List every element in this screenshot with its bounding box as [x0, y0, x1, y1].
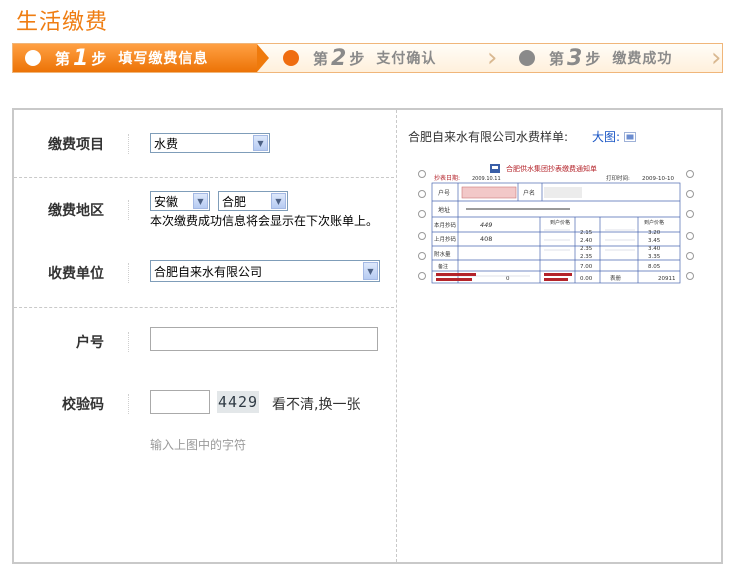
- bill-price-right: 3.40: [648, 246, 661, 252]
- bill-price-left: 2.15: [580, 230, 593, 236]
- chevron-right-icon: ›: [711, 43, 722, 73]
- bill-price-right: 3.20: [648, 230, 661, 236]
- bill-title: 合肥供水集团抄表缴费通知单: [506, 164, 597, 173]
- bill-last-reading-label: 上月抄码: [434, 235, 457, 243]
- region-label: 缴费地区: [48, 203, 104, 219]
- step-2-number: 2: [331, 45, 347, 71]
- step-2-suffix: 步: [349, 49, 365, 68]
- item-label: 缴费项目: [48, 137, 104, 153]
- label-divider: [128, 394, 129, 414]
- step-progress-bar: 第 1 步 填写缴费信息 第 2 步 支付确认 › 第 3 步 缴费成功 ›: [12, 43, 723, 73]
- step-2-dot-icon: [283, 50, 299, 66]
- province-select-value: 安徽: [154, 194, 179, 209]
- bill-total-label: 表册: [610, 274, 622, 282]
- water-bill-sample: 合肥供水集团抄表缴费通知单 抄表日期: 2009.10.11 打印时间: 200…: [418, 164, 694, 284]
- unit-select[interactable]: 合肥自来水有限公司 ▼: [150, 260, 380, 282]
- bill-price-left: 2.35: [580, 246, 593, 252]
- chevron-down-icon[interactable]: ▼: [253, 135, 268, 151]
- chevron-down-icon[interactable]: ▼: [193, 193, 208, 209]
- step-2-label: 支付确认: [376, 51, 437, 67]
- bill-price-right: 3.35: [648, 254, 661, 260]
- bill-price-header-right: 到户价格: [644, 219, 664, 226]
- refresh-captcha-link[interactable]: 看不清,换一张: [272, 394, 360, 414]
- step-2-prefix: 第: [313, 49, 329, 68]
- captcha-input[interactable]: [150, 390, 210, 414]
- bill-price-left: 2.35: [580, 254, 593, 260]
- section-divider: [14, 307, 394, 308]
- chevron-down-icon[interactable]: ▼: [271, 193, 286, 209]
- region-note: 本次缴费成功信息将会显示在下次账单上。: [150, 214, 379, 228]
- province-select[interactable]: 安徽 ▼: [150, 191, 210, 211]
- step-1-suffix: 步: [91, 49, 107, 68]
- step-3-prefix: 第: [549, 49, 565, 68]
- bill-usage: 0: [506, 276, 510, 282]
- bill-price-left: 7.00: [580, 264, 593, 270]
- step-3-label: 缴费成功: [612, 51, 673, 67]
- bill-this-reading-label: 本月抄码: [434, 221, 457, 229]
- sample-caption: 合肥自来水有限公司水费样单:: [408, 130, 569, 144]
- bill-last-reading: 408: [480, 235, 492, 243]
- captcha-image[interactable]: 4429: [217, 391, 259, 413]
- bill-read-date-label: 抄表日期:: [434, 174, 460, 182]
- step-2: 第 2 步 支付确认: [271, 44, 436, 72]
- step-3-number: 3: [567, 45, 583, 71]
- step-1-dot-icon: [25, 50, 41, 66]
- bill-address-label: 地址: [438, 206, 450, 214]
- sample-bill-image[interactable]: 合肥供水集团抄表缴费通知单 抄表日期: 2009.10.11 打印时间: 200…: [410, 160, 700, 284]
- step-1-arrow-icon: [257, 44, 269, 72]
- step-1-prefix: 第: [55, 49, 71, 68]
- page-title: 生活缴费: [16, 10, 109, 35]
- account-input[interactable]: [150, 327, 378, 351]
- bill-amount: 0.00: [580, 276, 593, 282]
- step-1-number: 1: [73, 45, 89, 71]
- unit-label: 收费单位: [48, 266, 104, 282]
- label-divider: [128, 134, 129, 154]
- bill-this-reading: 449: [480, 221, 492, 229]
- step-3-suffix: 步: [585, 49, 601, 68]
- label-divider: [128, 263, 129, 283]
- bill-read-date: 2009.10.11: [472, 176, 501, 182]
- city-select-value: 合肥: [222, 194, 247, 209]
- account-label: 户号: [76, 335, 104, 351]
- bill-print-time-label: 打印时间:: [606, 174, 630, 182]
- step-1-current: 第 1 步 填写缴费信息: [13, 44, 257, 72]
- bill-note-label: 备注: [438, 263, 448, 270]
- step-3: 第 3 步 缴费成功: [507, 44, 672, 72]
- step-3-dot-icon: [519, 50, 535, 66]
- section-divider: [14, 177, 394, 178]
- big-image-link[interactable]: 大图:: [592, 128, 636, 145]
- unit-select-value: 合肥自来水有限公司: [154, 264, 263, 279]
- bill-total: 20911: [658, 276, 676, 282]
- vertical-divider: [396, 110, 397, 562]
- label-divider: [128, 332, 129, 352]
- code-label: 校验码: [62, 397, 104, 413]
- bill-volume-label: 附水量: [434, 250, 451, 258]
- bill-price-right: 3.45: [648, 238, 661, 244]
- bill-name-label: 户名: [523, 189, 535, 197]
- city-select[interactable]: 合肥 ▼: [218, 191, 288, 211]
- big-image-link-label: 大图:: [592, 130, 621, 144]
- bill-price-header-left: 到户价格: [550, 219, 570, 226]
- bill-print-time: 2009-10-10: [642, 176, 674, 182]
- captcha-hint: 输入上图中的字符: [150, 438, 247, 452]
- item-select-value: 水费: [154, 136, 179, 151]
- bill-account-label: 户号: [438, 189, 450, 197]
- chevron-right-icon: ›: [487, 43, 498, 73]
- image-icon: [623, 132, 636, 142]
- bill-price-right: 8.05: [648, 264, 661, 270]
- label-divider: [128, 200, 129, 220]
- bill-price-left: 2.40: [580, 238, 593, 244]
- item-select[interactable]: 水费 ▼: [150, 133, 270, 153]
- chevron-down-icon[interactable]: ▼: [363, 262, 378, 280]
- step-1-label: 填写缴费信息: [118, 51, 209, 67]
